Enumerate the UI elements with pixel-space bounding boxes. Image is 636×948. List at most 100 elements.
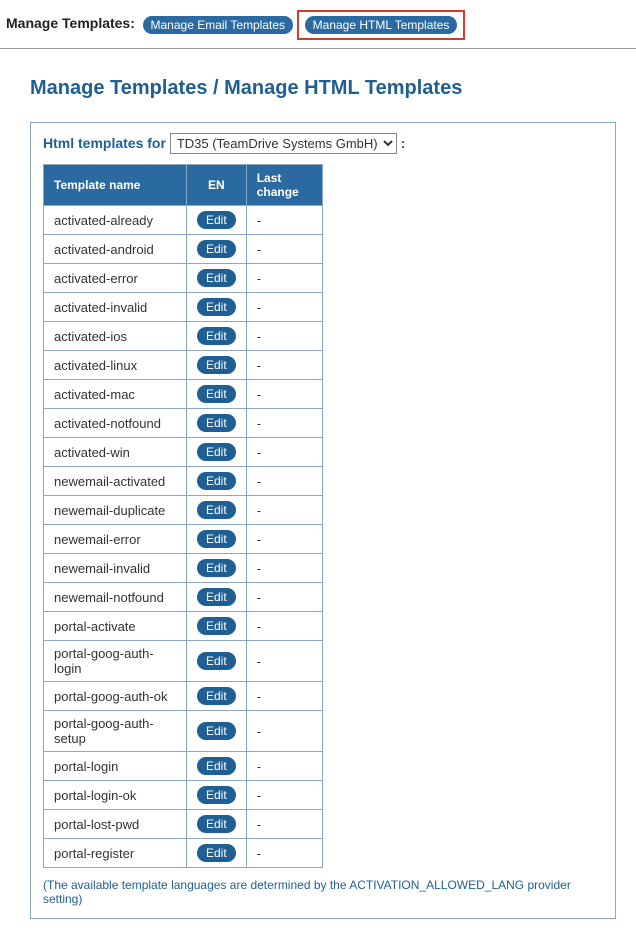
template-en-cell: Edit [187, 293, 247, 322]
template-name-cell: portal-goog-auth-login [44, 641, 187, 682]
edit-button[interactable]: Edit [197, 786, 236, 804]
table-row: activated-errorEdit- [44, 264, 323, 293]
template-en-cell: Edit [187, 752, 247, 781]
edit-button[interactable]: Edit [197, 588, 236, 606]
last-change-cell: - [246, 293, 322, 322]
edit-button[interactable]: Edit [197, 472, 236, 490]
panel-header-prefix: Html templates for [43, 135, 166, 151]
topbar-button-wrap: Manage Email Templates [143, 16, 294, 34]
template-en-cell: Edit [187, 810, 247, 839]
page-title: Manage Templates / Manage HTML Templates [30, 77, 636, 100]
last-change-cell: - [246, 781, 322, 810]
table-row: activated-alreadyEdit- [44, 206, 323, 235]
table-row: newemail-activated Edit- [44, 467, 323, 496]
template-en-cell: Edit [187, 612, 247, 641]
table-row: activated-invalid Edit- [44, 293, 323, 322]
edit-button[interactable]: Edit [197, 356, 236, 374]
template-name-cell: portal-login-ok [44, 781, 187, 810]
footnote: (The available template languages are de… [43, 878, 603, 906]
edit-button[interactable]: Edit [197, 240, 236, 258]
template-name-cell: portal-activate [44, 612, 187, 641]
table-header-row: Template name EN Last change [44, 165, 323, 206]
template-name-cell: portal-goog-auth-setup [44, 711, 187, 752]
edit-button[interactable]: Edit [197, 298, 236, 316]
table-row: newemail-invalidEdit- [44, 554, 323, 583]
table-row: portal-loginEdit- [44, 752, 323, 781]
table-row: activated-mac Edit- [44, 380, 323, 409]
edit-button[interactable]: Edit [197, 815, 236, 833]
last-change-cell: - [246, 641, 322, 682]
table-row: newemail-duplicate Edit- [44, 496, 323, 525]
last-change-cell: - [246, 682, 322, 711]
top-bar-label: Manage Templates: [6, 15, 135, 31]
tenant-select[interactable]: TD35 (TeamDrive Systems GmbH) [170, 133, 397, 154]
col-header-last-change: Last change [246, 165, 322, 206]
edit-button[interactable]: Edit [197, 652, 236, 670]
template-en-cell: Edit [187, 496, 247, 525]
edit-button[interactable]: Edit [197, 443, 236, 461]
last-change-cell: - [246, 554, 322, 583]
template-name-cell: activated-ios [44, 322, 187, 351]
edit-button[interactable]: Edit [197, 385, 236, 403]
template-en-cell: Edit [187, 525, 247, 554]
edit-button[interactable]: Edit [197, 559, 236, 577]
template-name-cell: activated-mac [44, 380, 187, 409]
edit-button[interactable]: Edit [197, 757, 236, 775]
template-en-cell: Edit [187, 351, 247, 380]
last-change-cell: - [246, 496, 322, 525]
edit-button[interactable]: Edit [197, 530, 236, 548]
template-name-cell: portal-lost-pwd [44, 810, 187, 839]
table-row: portal-goog-auth-login Edit- [44, 641, 323, 682]
template-en-cell: Edit [187, 641, 247, 682]
template-name-cell: portal-goog-auth-ok [44, 682, 187, 711]
template-en-cell: Edit [187, 781, 247, 810]
last-change-cell: - [246, 264, 322, 293]
table-row: newemail-errorEdit- [44, 525, 323, 554]
last-change-cell: - [246, 612, 322, 641]
template-name-cell: newemail-duplicate [44, 496, 187, 525]
template-name-cell: newemail-activated [44, 467, 187, 496]
manage-email-templates-button[interactable]: Manage Email Templates [143, 16, 294, 34]
last-change-cell: - [246, 583, 322, 612]
templates-panel: Html templates for TD35 (TeamDrive Syste… [30, 122, 616, 919]
template-name-cell: activated-linux [44, 351, 187, 380]
last-change-cell: - [246, 235, 322, 264]
last-change-cell: - [246, 380, 322, 409]
last-change-cell: - [246, 322, 322, 351]
template-name-cell: activated-notfound [44, 409, 187, 438]
edit-button[interactable]: Edit [197, 269, 236, 287]
template-en-cell: Edit [187, 322, 247, 351]
edit-button[interactable]: Edit [197, 844, 236, 862]
edit-button[interactable]: Edit [197, 617, 236, 635]
edit-button[interactable]: Edit [197, 327, 236, 345]
template-name-cell: newemail-error [44, 525, 187, 554]
manage-html-templates-button[interactable]: Manage HTML Templates [305, 16, 458, 34]
edit-button[interactable]: Edit [197, 414, 236, 432]
last-change-cell: - [246, 810, 322, 839]
top-bar: Manage Templates: Manage Email Templates… [0, 0, 636, 49]
table-row: portal-register Edit- [44, 839, 323, 868]
table-row: activated-ios Edit- [44, 322, 323, 351]
table-row: activated-notfoundEdit- [44, 409, 323, 438]
edit-button[interactable]: Edit [197, 722, 236, 740]
table-row: portal-login-ok Edit- [44, 781, 323, 810]
template-en-cell: Edit [187, 554, 247, 583]
template-name-cell: activated-android [44, 235, 187, 264]
template-name-cell: portal-register [44, 839, 187, 868]
edit-button[interactable]: Edit [197, 687, 236, 705]
template-en-cell: Edit [187, 467, 247, 496]
last-change-cell: - [246, 351, 322, 380]
col-header-name: Template name [44, 165, 187, 206]
col-header-en: EN [187, 165, 247, 206]
last-change-cell: - [246, 467, 322, 496]
template-name-cell: portal-login [44, 752, 187, 781]
edit-button[interactable]: Edit [197, 211, 236, 229]
edit-button[interactable]: Edit [197, 501, 236, 519]
template-en-cell: Edit [187, 380, 247, 409]
last-change-cell: - [246, 839, 322, 868]
template-name-cell: activated-already [44, 206, 187, 235]
panel-header-suffix: : [401, 135, 406, 151]
template-name-cell: activated-invalid [44, 293, 187, 322]
topbar-button-wrap: Manage HTML Templates [297, 10, 466, 40]
template-en-cell: Edit [187, 235, 247, 264]
